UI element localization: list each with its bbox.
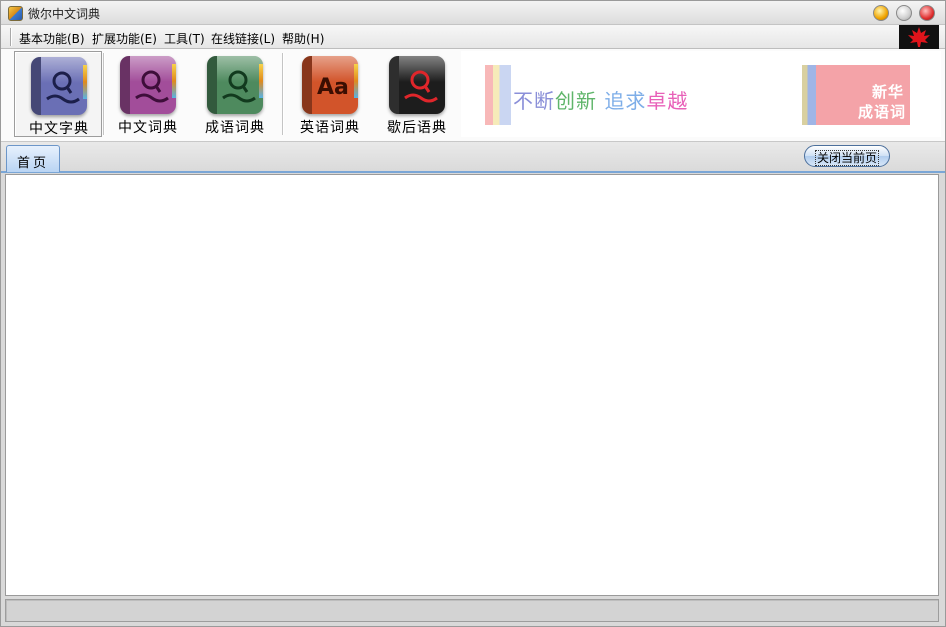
svg-text:Aa: Aa bbox=[317, 75, 349, 100]
menu-grip bbox=[10, 28, 12, 46]
close-button[interactable] bbox=[919, 5, 935, 21]
close-current-page-label: 关闭当前页 bbox=[814, 150, 879, 166]
banner-decoration bbox=[485, 65, 511, 125]
tab-home[interactable]: 首页 bbox=[6, 145, 60, 172]
advertisement-banner[interactable]: 新华 成语词 bbox=[802, 65, 910, 125]
xiehouyu-dictionary-button[interactable]: 歇后语典 bbox=[373, 51, 461, 137]
title-bar[interactable]: 微尔中文词典 bbox=[1, 1, 945, 25]
magnifier-book-icon bbox=[120, 56, 176, 114]
close-current-page-button[interactable]: 关闭当前页 bbox=[804, 145, 890, 167]
menu-online-links[interactable]: 在线链接(L) bbox=[211, 30, 275, 47]
english-dictionary-button[interactable]: Aa 英语词典 bbox=[286, 51, 374, 137]
maple-leaf-logo-icon bbox=[899, 25, 939, 49]
ad-text: 成语词 bbox=[857, 103, 906, 121]
magnifier-book-icon bbox=[31, 57, 87, 115]
slogan-banner: 不断创新 追求卓越 新华 成语词 bbox=[461, 51, 941, 137]
tool-label: 歇后语典 bbox=[387, 120, 447, 136]
ad-text: 新华 bbox=[871, 83, 904, 101]
maximize-button[interactable] bbox=[896, 5, 912, 21]
chinese-character-dictionary-button[interactable]: 中文字典 bbox=[14, 51, 102, 137]
status-bar bbox=[5, 599, 939, 622]
menu-bar: 基本功能(B) 扩展功能(E) 工具(T) 在线链接(L) 帮助(H) bbox=[1, 25, 945, 49]
magnifier-book-icon bbox=[389, 56, 445, 114]
tool-label: 中文词典 bbox=[118, 120, 178, 136]
slogan-text: 不断创新 追求卓越 bbox=[513, 89, 689, 113]
toolbar-divider bbox=[282, 53, 283, 135]
chinese-word-dictionary-button[interactable]: 中文词典 bbox=[104, 51, 192, 137]
toolbar: 中文字典 中文词典 成语词典 Aa 英语词典 歇后语典 不断创新 追求卓越 新华… bbox=[1, 49, 945, 142]
menu-basic-functions[interactable]: 基本功能(B) bbox=[19, 30, 85, 47]
tool-label: 成语词典 bbox=[205, 120, 265, 136]
magnifier-book-icon bbox=[207, 56, 263, 114]
app-window: 微尔中文词典 基本功能(B) 扩展功能(E) 工具(T) 在线链接(L) 帮助(… bbox=[0, 0, 946, 627]
tool-label: 英语词典 bbox=[300, 120, 360, 136]
idiom-dictionary-button[interactable]: 成语词典 bbox=[191, 51, 279, 137]
tab-strip: 首页 关闭当前页 bbox=[1, 142, 945, 173]
content-area[interactable] bbox=[5, 174, 939, 596]
aa-book-icon: Aa bbox=[302, 56, 358, 114]
window-title: 微尔中文词典 bbox=[28, 7, 101, 21]
menu-extended-functions[interactable]: 扩展功能(E) bbox=[92, 30, 157, 47]
tool-label: 中文字典 bbox=[29, 121, 89, 137]
minimize-button[interactable] bbox=[873, 5, 889, 21]
menu-tools[interactable]: 工具(T) bbox=[164, 30, 205, 47]
menu-help[interactable]: 帮助(H) bbox=[282, 30, 324, 47]
app-icon[interactable] bbox=[8, 6, 23, 21]
